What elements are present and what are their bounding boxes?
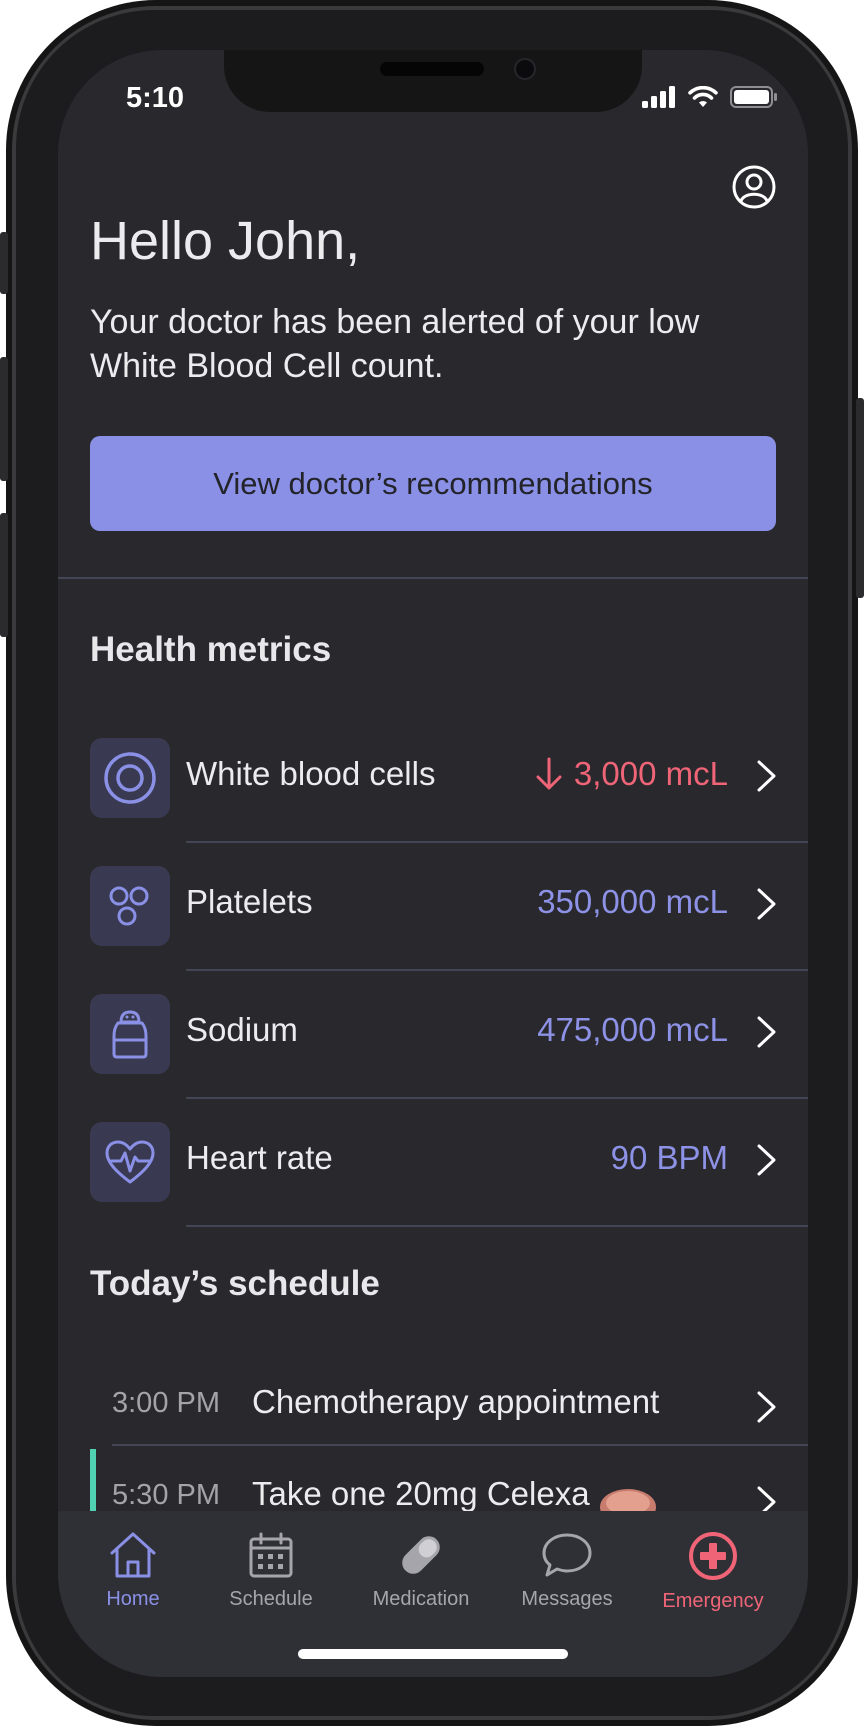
- speaker: [380, 62, 484, 76]
- metric-value: 475,000 mcL: [537, 1011, 728, 1048]
- chevron-right-icon: [757, 1016, 776, 1048]
- platelets-icon: [109, 886, 149, 926]
- metric-icon-tile: [90, 866, 170, 946]
- metric-icon-tile: [90, 994, 170, 1074]
- arrow-down-icon: [536, 757, 562, 790]
- pill-icon: [402, 1536, 440, 1574]
- salt-shaker-icon: [112, 1010, 148, 1059]
- metric-icon-tile: [90, 1122, 170, 1202]
- health-metrics-title: Health metrics: [90, 630, 332, 669]
- volume-down-button: [0, 513, 8, 637]
- tab-medication[interactable]: Medication: [346, 1531, 496, 1611]
- metric-row-platelets[interactable]: Platelets 350,000 mcL: [58, 843, 808, 971]
- emergency-cross-icon: [689, 1532, 737, 1580]
- silent-switch: [0, 232, 8, 294]
- metric-label: White blood cells: [186, 755, 436, 792]
- profile-icon[interactable]: [732, 165, 776, 209]
- calendar-icon: [249, 1532, 293, 1578]
- tab-label: Schedule: [229, 1588, 313, 1610]
- tab-label: Home: [106, 1588, 160, 1610]
- status-time: 5:10: [126, 82, 185, 114]
- metric-value-text: 3,000 mcL: [573, 755, 728, 792]
- heartbeat-icon: [105, 1140, 155, 1184]
- metric-icon-tile: [90, 738, 170, 818]
- schedule-time: 5:30 PM: [112, 1479, 220, 1511]
- signal-icon: [642, 86, 675, 108]
- metric-row-white-blood-cells[interactable]: White blood cells 3,000 mcL: [58, 715, 808, 843]
- metric-value: 350,000 mcL: [537, 883, 728, 920]
- battery-icon: [730, 86, 777, 108]
- todays-schedule-title: Today’s schedule: [90, 1264, 380, 1303]
- metric-value: 90 BPM: [610, 1139, 728, 1176]
- chevron-right-icon: [757, 888, 776, 920]
- metric-value: 3,000 mcL: [536, 755, 728, 793]
- chat-bubble-icon: [542, 1533, 592, 1577]
- tab-label: Emergency: [662, 1590, 764, 1612]
- schedule-title: Chemotherapy appointment: [252, 1383, 660, 1420]
- schedule-divider: [112, 1444, 808, 1446]
- greeting-heading: Hello John,: [90, 211, 361, 271]
- tab-messages[interactable]: Messages: [492, 1531, 642, 1611]
- schedule-item-chemotherapy[interactable]: 3:00 PM Chemotherapy appointment: [58, 1357, 808, 1457]
- metric-label: Platelets: [186, 883, 313, 920]
- section-divider: [58, 577, 808, 579]
- status-icons: [642, 86, 778, 108]
- target-icon: [104, 752, 156, 804]
- tab-label: Messages: [521, 1588, 613, 1610]
- view-recommendations-button[interactable]: View doctor’s recommendations: [90, 436, 776, 531]
- tab-emergency[interactable]: Emergency: [638, 1531, 788, 1613]
- power-button: [856, 398, 864, 598]
- metric-row-heart-rate[interactable]: Heart rate 90 BPM: [58, 1099, 808, 1227]
- chevron-right-icon: [757, 1144, 776, 1176]
- tab-home[interactable]: Home: [58, 1531, 208, 1611]
- home-indicator[interactable]: [298, 1649, 568, 1659]
- metric-label: Sodium: [186, 1011, 298, 1048]
- app-screen: 5:10 Hello John, Your doctor has been al…: [58, 50, 808, 1677]
- schedule-title: Take one 20mg Celexa: [252, 1475, 590, 1512]
- row-divider: [186, 1225, 808, 1227]
- chevron-right-icon: [757, 760, 776, 792]
- camera-notch: [224, 50, 642, 112]
- doctor-alert-message: Your doctor has been alerted of your low…: [90, 303, 700, 385]
- metric-row-sodium[interactable]: Sodium 475,000 mcL: [58, 971, 808, 1099]
- current-item-marker: [90, 1449, 96, 1519]
- home-icon: [110, 1532, 156, 1578]
- tab-schedule[interactable]: Schedule: [196, 1531, 346, 1611]
- front-camera: [514, 58, 536, 80]
- tab-label: Medication: [372, 1588, 470, 1610]
- volume-up-button: [0, 357, 8, 481]
- schedule-time: 3:00 PM: [112, 1387, 220, 1419]
- metric-label: Heart rate: [186, 1139, 333, 1176]
- chevron-right-icon: [757, 1391, 776, 1423]
- wifi-icon: [688, 86, 718, 107]
